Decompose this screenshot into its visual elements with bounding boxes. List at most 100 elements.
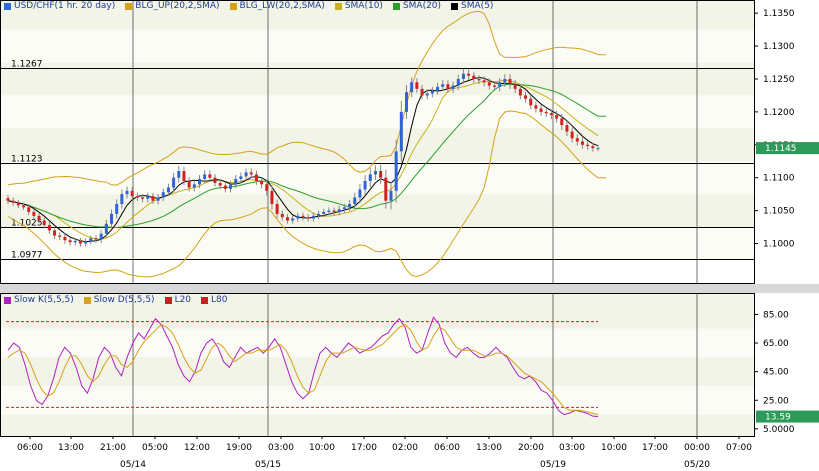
candle-body [291, 218, 295, 221]
candle-body [451, 85, 455, 89]
candle-body [534, 105, 538, 109]
date-label: 05/14 [120, 460, 146, 470]
candle-body [358, 189, 362, 198]
candle-body [135, 196, 139, 198]
x-tick-label: 20:00 [518, 443, 544, 453]
legend-item: L80 [201, 295, 228, 305]
legend-item: BLG_LW(20,2,SMA) [229, 1, 325, 11]
candle-body [99, 233, 103, 240]
candle-body [84, 241, 88, 244]
candle-body [549, 113, 553, 116]
candle-body [172, 177, 176, 188]
candle-body [430, 90, 434, 94]
candle-body [410, 82, 414, 93]
x-tick-label: 07:00 [726, 443, 752, 453]
candle-body [239, 176, 243, 180]
candle-body [151, 196, 155, 201]
candle-body [456, 78, 460, 86]
y-tick-label: 25.00 [763, 396, 789, 406]
legend-label: SMA(10) [344, 1, 383, 11]
last-stoch-text: 13.59 [765, 413, 791, 423]
candle-body [146, 196, 150, 199]
price-band [0, 128, 754, 162]
y-tick-label: 1.1050 [763, 207, 795, 217]
candle-body [311, 215, 315, 219]
candle-body [234, 179, 238, 185]
y-tick-label: 5.0000 [763, 425, 795, 435]
candle-body [53, 230, 57, 236]
stoch-legend: Slow K(5,5,5) Slow D(5,5,5) L20 L80 [4, 295, 228, 305]
candle-body [425, 93, 429, 96]
legend-item: L20 [164, 295, 192, 305]
x-tick-label: 10:00 [601, 443, 627, 453]
candle-body [353, 197, 357, 205]
legend-label: Slow K(5,5,5) [14, 295, 74, 305]
candle-body [368, 174, 372, 181]
legend-item: SMA(10) [334, 1, 383, 11]
candle-body [596, 148, 600, 150]
candle-body [482, 80, 486, 83]
candle-body [166, 187, 170, 193]
price-band [0, 194, 754, 228]
candle-body [182, 171, 186, 181]
legend-label: L20 [174, 295, 192, 305]
candle-body [441, 84, 445, 87]
legend-swatch [334, 2, 342, 10]
legend-label: USD/CHF(1 hr. 20 day) [14, 1, 116, 11]
y-tick-label: 1.1200 [763, 108, 795, 118]
candle-body [63, 236, 67, 241]
candle-body [565, 125, 569, 132]
candle-body [197, 179, 201, 185]
x-tick-label: 17:00 [351, 443, 377, 453]
candle-body [586, 144, 590, 147]
candle-body [518, 88, 522, 96]
candle-body [115, 204, 119, 214]
candle-body [187, 180, 191, 188]
candle-body [68, 240, 72, 243]
legend-swatch [4, 296, 11, 304]
candle-body [192, 184, 196, 188]
y-tick-label: 1.1000 [763, 240, 795, 250]
legend-swatch [392, 2, 400, 10]
x-tick-label: 13:00 [476, 443, 502, 453]
legend-item: Slow K(5,5,5) [4, 295, 74, 305]
x-tick-label: 10:00 [309, 443, 335, 453]
candle-body [570, 131, 574, 139]
date-label: 05/15 [255, 460, 281, 470]
candle-body [22, 205, 26, 208]
legend-item: USD/CHF(1 hr. 20 day) [4, 1, 115, 11]
price-legend: USD/CHF(1 hr. 20 day) BLG_UP(20,2,SMA) BLG… [4, 1, 493, 11]
x-tick-label: 00:00 [684, 443, 710, 453]
candle-body [47, 225, 51, 231]
legend-label: Slow D(5,5,5) [93, 295, 155, 305]
candle-body [104, 223, 108, 234]
candle-body [37, 215, 41, 221]
candle-body [342, 207, 346, 210]
candle-body [161, 192, 165, 198]
price-band [0, 62, 754, 96]
x-tick-label: 03:00 [268, 443, 294, 453]
stoch-band [0, 328, 754, 358]
legend-swatch [4, 2, 11, 10]
candle-body [32, 211, 36, 216]
candle-body [249, 172, 253, 175]
candle-body [503, 78, 507, 83]
candle-body [420, 88, 424, 96]
x-tick-label: 17:00 [642, 443, 668, 453]
x-tick-label: 13:00 [58, 443, 84, 453]
candle-body [492, 85, 496, 87]
candle-body [487, 82, 491, 86]
candle-body [208, 174, 212, 178]
candle-body [529, 98, 533, 106]
level-label: 1.1267 [11, 60, 43, 70]
candle-body [399, 111, 403, 152]
candle-body [130, 190, 134, 197]
candle-body [213, 177, 217, 183]
candle-body [524, 95, 528, 99]
y-tick-label: 85.00 [763, 310, 789, 320]
x-tick-label: 02:00 [392, 443, 418, 453]
candle-body [415, 82, 419, 89]
candle-body [265, 184, 269, 191]
candle-body [513, 84, 517, 89]
legend-swatch [164, 296, 172, 304]
